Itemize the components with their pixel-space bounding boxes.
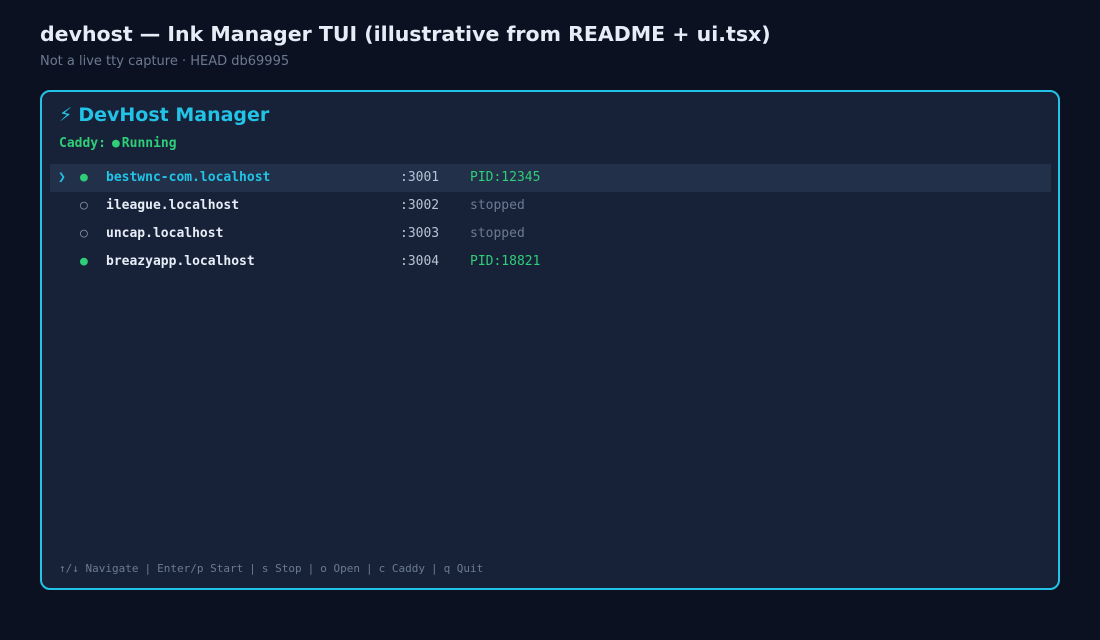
site-process-status: PID:18821: [470, 254, 541, 269]
site-process-status: stopped: [470, 226, 525, 241]
help-shortcut: Enter/p Start: [157, 562, 244, 575]
site-row[interactable]: ❯ ● bestwnc-com.localhost :3001 PID:12345: [50, 164, 1051, 192]
lightning-bolt-icon: ⚡: [59, 104, 73, 126]
caddy-status-dot-icon: ●: [111, 136, 120, 151]
site-process-status: stopped: [470, 198, 525, 213]
app-title: DevHost Manager: [78, 104, 270, 126]
site-row[interactable]: ○ uncap.localhost :3003 stopped: [50, 220, 1051, 248]
site-port: :3001: [400, 170, 440, 185]
help-shortcut: s Stop: [261, 562, 302, 575]
help-shortcut: c Caddy: [378, 562, 425, 575]
status-dot-icon: ○: [80, 226, 88, 241]
help-shortcut: o Open: [320, 562, 360, 575]
caddy-label: Caddy:: [59, 136, 106, 151]
help-shortcut: q Quit: [443, 562, 484, 575]
help-separator: |: [430, 562, 438, 575]
site-list: ❯ ● bestwnc-com.localhost :3001 PID:12345 ○ il…: [50, 164, 1051, 276]
status-dot-icon: ○: [80, 198, 88, 213]
help-bar: ↑/↓ Navigate | Enter/p Start | s Stop | o Open…: [59, 562, 483, 575]
site-hostname: ileague.localhost: [106, 198, 240, 213]
page-subtitle: Not a live tty capture · HEAD db69995: [40, 54, 290, 69]
page-title: devhost — Ink Manager TUI (illustrative …: [40, 22, 771, 46]
terminal-window: ⚡ DevHost Manager Caddy: ● Running ❯ ● bestwn…: [40, 90, 1060, 590]
help-separator: |: [307, 562, 315, 575]
help-shortcut: ↑/↓ Navigate: [59, 562, 139, 575]
site-port: :3003: [400, 226, 440, 241]
site-hostname: uncap.localhost: [106, 226, 224, 241]
site-process-status: PID:12345: [470, 170, 541, 185]
site-hostname: breazyapp.localhost: [106, 254, 255, 269]
status-dot-icon: ●: [80, 254, 88, 269]
help-separator: |: [249, 562, 256, 575]
site-hostname: bestwnc-com.localhost: [106, 170, 271, 185]
status-dot-icon: ●: [80, 170, 88, 185]
caddy-status: Caddy: ● Running: [59, 136, 177, 151]
site-port: :3004: [400, 254, 440, 269]
help-separator: |: [144, 562, 152, 575]
app-header: ⚡ DevHost Manager: [59, 104, 269, 126]
site-row[interactable]: ● breazyapp.localhost :3004 PID:18821: [50, 248, 1051, 276]
help-separator: |: [365, 562, 373, 575]
site-row[interactable]: ○ ileague.localhost :3002 stopped: [50, 192, 1051, 220]
site-port: :3002: [400, 198, 440, 213]
caddy-status-text: Running: [121, 136, 177, 151]
selection-cursor-icon: ❯: [58, 170, 66, 185]
